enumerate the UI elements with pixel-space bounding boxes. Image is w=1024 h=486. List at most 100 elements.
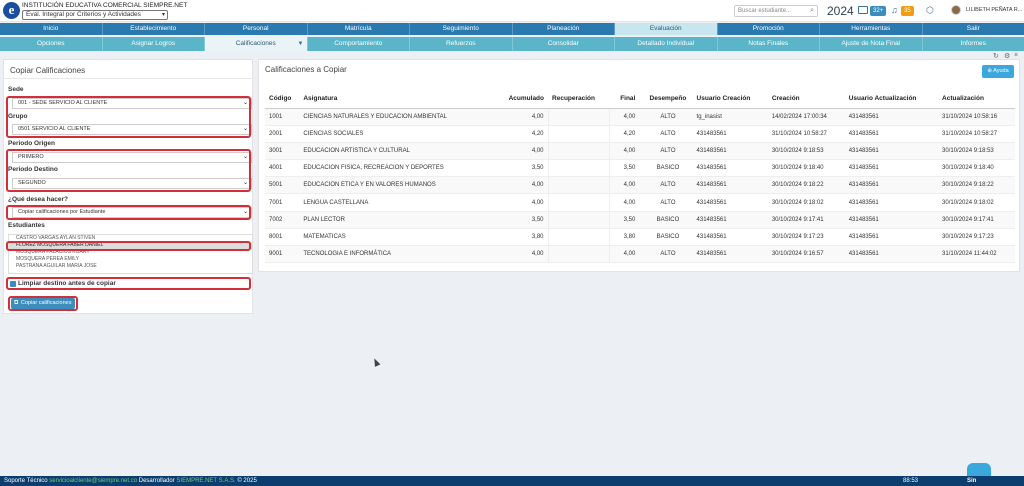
table-row[interactable]: 8001 MATEMATICAS 3,80 3,80 BASICO 431483561 30… bbox=[265, 228, 1015, 247]
subnav-label: Ajuste de Nota Final bbox=[841, 40, 901, 47]
table-cell: 9001 bbox=[265, 245, 300, 264]
nav-item-4[interactable]: Seguimiento bbox=[410, 23, 513, 35]
column-header[interactable]: Creación bbox=[767, 89, 845, 109]
subnav-item-4[interactable]: Refuerzos bbox=[410, 37, 513, 51]
column-header[interactable]: Actualización bbox=[938, 89, 1015, 109]
table-row[interactable]: 7002 PLAN LECTOR 3,50 3,50 BASICO 431483561 30… bbox=[265, 211, 1015, 229]
table-cell: 7001 bbox=[265, 193, 300, 212]
table-cell: ALTO bbox=[639, 108, 693, 126]
column-header[interactable]: Recuperación bbox=[548, 89, 610, 109]
table-cell: 431483561 bbox=[692, 193, 768, 212]
column-header[interactable]: Usuario Creación bbox=[692, 89, 768, 109]
table-cell: MATEMATICAS bbox=[299, 228, 492, 247]
subnav-item-2[interactable]: Calificaciones ▼ bbox=[205, 37, 308, 51]
table-cell: 30/10/2024 9:18:22 bbox=[767, 176, 845, 195]
table-cell bbox=[547, 159, 610, 178]
table-cell: 431483561 bbox=[844, 211, 939, 229]
avatar[interactable] bbox=[951, 5, 961, 15]
student-search-input[interactable]: Buscar estudiante... ⌕ bbox=[734, 5, 818, 17]
company-link[interactable]: SIEMPRE.NET S.A.S. bbox=[176, 478, 235, 484]
subnav-item-6[interactable]: Detallado Individual bbox=[615, 37, 718, 51]
column-header[interactable]: Usuario Actualización bbox=[844, 89, 939, 109]
column-header[interactable]: Desempeño bbox=[639, 89, 693, 109]
subnav-item-1[interactable]: Asignar Logros bbox=[103, 37, 205, 51]
table-row[interactable]: 2001 CIENCIAS SOCIALES 4,20 4,20 ALTO 4314835… bbox=[265, 125, 1015, 143]
evaluation-type-value: Eval. Integral por Criterios y Actividad… bbox=[26, 11, 141, 18]
chevron-down-icon: ▾ bbox=[161, 12, 165, 18]
table-row[interactable]: 4001 EDUCACION FISICA, RECREACION Y DEPOR… bbox=[265, 159, 1015, 178]
search-icon[interactable]: ⌕ bbox=[810, 6, 814, 16]
divider bbox=[4, 78, 252, 79]
nav-item-1[interactable]: Establecimiento bbox=[103, 23, 205, 35]
cube-icon[interactable]: ⬡ bbox=[926, 5, 934, 16]
support-email-link[interactable]: servicioalcliente@siempre.net.co bbox=[49, 478, 137, 484]
estudiantes-label: Estudiantes bbox=[8, 222, 45, 229]
table-cell: 30/10/2024 9:18:02 bbox=[938, 193, 1015, 212]
chevron-down-icon[interactable]: ▼ bbox=[298, 37, 304, 51]
nav-item-0[interactable]: Inicio bbox=[0, 23, 103, 35]
table-row[interactable]: 1001 CIENCIAS NATURALES Y EDUCACION AMBIE… bbox=[265, 108, 1015, 126]
table-row[interactable]: 3001 EDUCACION ARTISTICA Y CULTURAL 4,00 4,… bbox=[265, 142, 1015, 161]
search-placeholder: Buscar estudiante... bbox=[738, 8, 792, 14]
column-header[interactable]: Acumulado bbox=[491, 89, 549, 109]
nav-item-7[interactable]: Promoción bbox=[718, 23, 820, 35]
highlight-copy-button bbox=[8, 296, 78, 311]
student-option[interactable]: MOSQUERA PEREA EMILY bbox=[9, 256, 252, 263]
nav-item-8[interactable]: Herramientas bbox=[820, 23, 923, 35]
table-cell: 30/10/2024 9:18:53 bbox=[767, 142, 845, 161]
nav-item-6[interactable]: Evaluación bbox=[615, 23, 718, 35]
bell-icon[interactable]: ♫ bbox=[891, 5, 898, 15]
mail-icon[interactable] bbox=[858, 6, 868, 14]
subnav-item-9[interactable]: Informes bbox=[923, 37, 1024, 51]
column-header[interactable]: Final bbox=[609, 89, 640, 109]
nav-item-3[interactable]: Matrícula bbox=[308, 23, 410, 35]
table-row[interactable]: 5001 EDUCACION ETICA Y EN VALORES HUMANOS… bbox=[265, 176, 1015, 195]
nav-item-9[interactable]: Salir bbox=[923, 23, 1024, 35]
user-name[interactable]: LILIBETH PEÑATA R... bbox=[966, 7, 1022, 13]
nav-item-2[interactable]: Personal bbox=[205, 23, 308, 35]
table-cell: 431483561 bbox=[844, 176, 939, 195]
table-cell: EDUCACION ARTISTICA Y CULTURAL bbox=[299, 142, 492, 161]
sin-label[interactable]: Sin bbox=[967, 476, 976, 486]
table-cell bbox=[547, 142, 610, 161]
subnav-label: Calificaciones bbox=[235, 40, 276, 47]
table-cell: 31/10/2024 10:58:27 bbox=[767, 125, 845, 143]
table-cell: 3,80 bbox=[491, 228, 549, 247]
table-cell: 3,50 bbox=[609, 159, 640, 178]
nav-item-5[interactable]: Planeación bbox=[513, 23, 615, 35]
school-logo[interactable]: e bbox=[3, 2, 20, 19]
table-row[interactable]: 7001 LENGUA CASTELLANA 4,00 4,00 ALTO 4314835… bbox=[265, 193, 1015, 212]
table-cell: 4,00 bbox=[609, 176, 640, 195]
subnav-item-8[interactable]: Ajuste de Nota Final bbox=[820, 37, 923, 51]
evaluation-type-select[interactable]: Eval. Integral por Criterios y Actividad… bbox=[22, 10, 168, 20]
table-row[interactable]: 9001 TECNOLOGIA E INFORMÁTICA 4,00 4,00 ALTO… bbox=[265, 245, 1015, 264]
table-cell: EDUCACION FISICA, RECREACION Y DEPORTES bbox=[299, 159, 492, 178]
table-cell: 4001 bbox=[265, 159, 300, 178]
table-cell bbox=[547, 176, 610, 195]
subnav-label: Detallado Individual bbox=[637, 40, 695, 47]
subnav-item-0[interactable]: Opciones bbox=[0, 37, 103, 51]
table-cell bbox=[547, 108, 610, 126]
column-header[interactable]: Asignatura bbox=[299, 89, 492, 109]
table-cell bbox=[547, 245, 610, 264]
table-cell: 3,80 bbox=[609, 228, 640, 247]
student-option[interactable]: PASTRANA AGUILAR MARIA JOSE bbox=[9, 263, 252, 270]
main-nav: Inicio Establecimiento Personal Matrícula Se… bbox=[0, 23, 1024, 35]
close-icon[interactable]: × bbox=[1014, 52, 1018, 59]
column-header[interactable]: Código bbox=[265, 89, 300, 109]
subnav-item-7[interactable]: Notas Finales bbox=[718, 37, 820, 51]
subnav-item-3[interactable]: Comportamiento bbox=[308, 37, 410, 51]
table-cell: TECNOLOGIA E INFORMÁTICA bbox=[299, 245, 492, 264]
help-button[interactable]: ⊕ Ayuda bbox=[982, 65, 1014, 78]
students-listbox[interactable]: CASTRO VARGAS AYLAN STIVEN FLOREZ MOSQUER… bbox=[8, 234, 253, 274]
table-cell: 4,00 bbox=[609, 245, 640, 264]
table-cell: 4,00 bbox=[491, 193, 549, 212]
subnav-label: Consolidar bbox=[547, 40, 579, 47]
table-cell: 4,00 bbox=[609, 142, 640, 161]
table-cell: 431483561 bbox=[692, 228, 768, 247]
table-cell: 431483561 bbox=[692, 245, 768, 264]
table-cell: 31/10/2024 10:58:27 bbox=[938, 125, 1015, 143]
subnav-item-5[interactable]: Consolidar bbox=[513, 37, 615, 51]
subnav-label: Informes bbox=[960, 40, 986, 47]
year-indicator: 2024 bbox=[827, 4, 854, 18]
